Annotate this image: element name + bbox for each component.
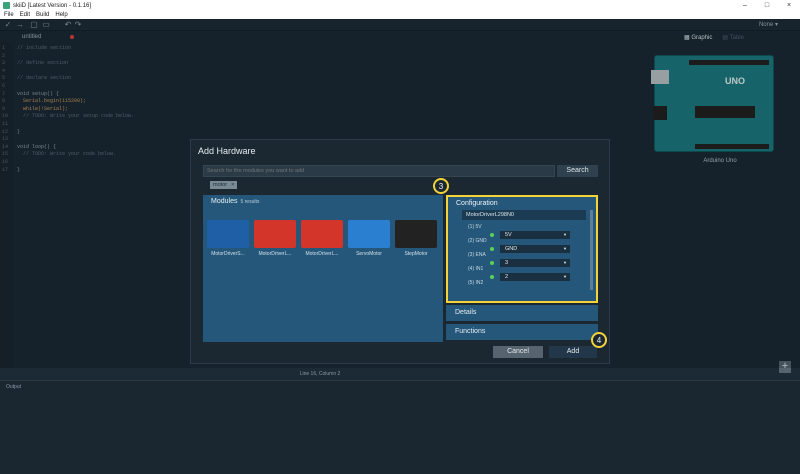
module-card[interactable]: MotorDriverS... [207,220,249,257]
maximize-button[interactable]: □ [756,0,778,11]
minimize-button[interactable]: – [734,0,756,11]
output-panel: Output [0,380,800,474]
title-bar: skiiD [Latest Version - 0.1.16] – □ × [0,0,800,11]
module-card[interactable]: MotorDriverL... [301,220,343,257]
filter-tag: motor × [210,181,238,189]
cancel-button[interactable]: Cancel [493,346,543,358]
pin-select-value: GND [505,246,518,252]
close-window-button[interactable]: × [778,0,800,11]
modules-title: Modules [211,198,238,205]
menu-bar: File Edit Build Help [0,11,800,19]
step-3-badge: 3 [433,178,449,194]
window-controls: – □ × [734,0,800,11]
module-thumbnail [395,220,437,248]
module-thumbnail [301,220,343,248]
pin-select[interactable]: GND ▼ [500,245,570,253]
module-name: ServoMotor [356,251,382,257]
module-thumbnail [207,220,249,248]
module-name-field[interactable]: MotorDriverL298N0 [462,210,586,220]
pin-select[interactable]: 3 ▼ [500,259,570,267]
chevron-down-icon: ▼ [563,232,567,237]
remove-tag-icon[interactable]: × [231,181,234,189]
pin-label: (5) IN2 [468,280,484,286]
add-button[interactable]: Add [549,346,597,358]
configuration-scrollbar[interactable] [590,210,593,290]
functions-section[interactable]: Functions [446,324,598,340]
module-name: MotorDriverL... [258,251,292,257]
add-hardware-dialog: Add Hardware Search motor × Modules5 res… [190,139,610,364]
module-name: MotorDriverS... [211,251,245,257]
module-card[interactable]: StepMotor [395,220,437,257]
pin-status-dot-icon [490,233,494,237]
step-4-badge: 4 [591,332,607,348]
details-section[interactable]: Details [446,305,598,321]
pin-select[interactable]: 2 ▼ [500,273,570,281]
module-thumbnail [348,220,390,248]
app-icon [3,2,10,9]
pin-select[interactable]: 5V ▼ [500,231,570,239]
pin-select-value: 5V [505,232,512,238]
dialog-title: Add Hardware [198,146,256,156]
menu-edit[interactable]: Edit [20,12,30,18]
module-card[interactable]: ServoMotor [348,220,390,257]
pin-select-value: 3 [505,260,509,266]
modules-count: 5 results [240,199,260,205]
chevron-down-icon: ▼ [563,274,567,279]
search-button[interactable]: Search [557,165,598,177]
pin-status-dot-icon [490,275,494,279]
chevron-down-icon: ▼ [563,260,567,265]
module-card[interactable]: MotorDriverL... [254,220,296,257]
module-name: MotorDriverL... [305,251,339,257]
menu-help[interactable]: Help [55,12,67,18]
configuration-title: Configuration [456,200,498,207]
module-name: StepMotor [404,251,428,257]
module-thumbnail [254,220,296,248]
pin-label: (3) ENA [468,252,486,258]
pin-status-dot-icon [490,261,494,265]
window-title: skiiD [Latest Version - 0.1.16] [13,2,92,9]
status-bar: Line 16, Column 2 [0,368,640,380]
filter-tag-label: motor [213,182,228,188]
pin-label: (4) IN1 [468,266,484,272]
menu-build[interactable]: Build [36,12,49,18]
module-search-field[interactable] [203,165,555,177]
configuration-panel: Configuration MotorDriverL298N0 (1) 5V 5V… [446,195,598,303]
menu-file[interactable]: File [4,12,14,18]
pin-label: (1) 5V [468,224,482,230]
modules-header: Modules 5 results [211,198,259,205]
module-search-input[interactable] [204,166,554,176]
chevron-down-icon: ▼ [563,246,567,251]
pin-label: (2) GND [468,238,487,244]
pin-select-value: 2 [505,274,509,280]
pin-status-dot-icon [490,247,494,251]
modules-pane: Modules 5 results MotorDriverS... MotorDri… [203,195,443,342]
module-grid: MotorDriverS... MotorDriverL... MotorDrive… [207,220,437,257]
output-label: Output [6,384,22,390]
